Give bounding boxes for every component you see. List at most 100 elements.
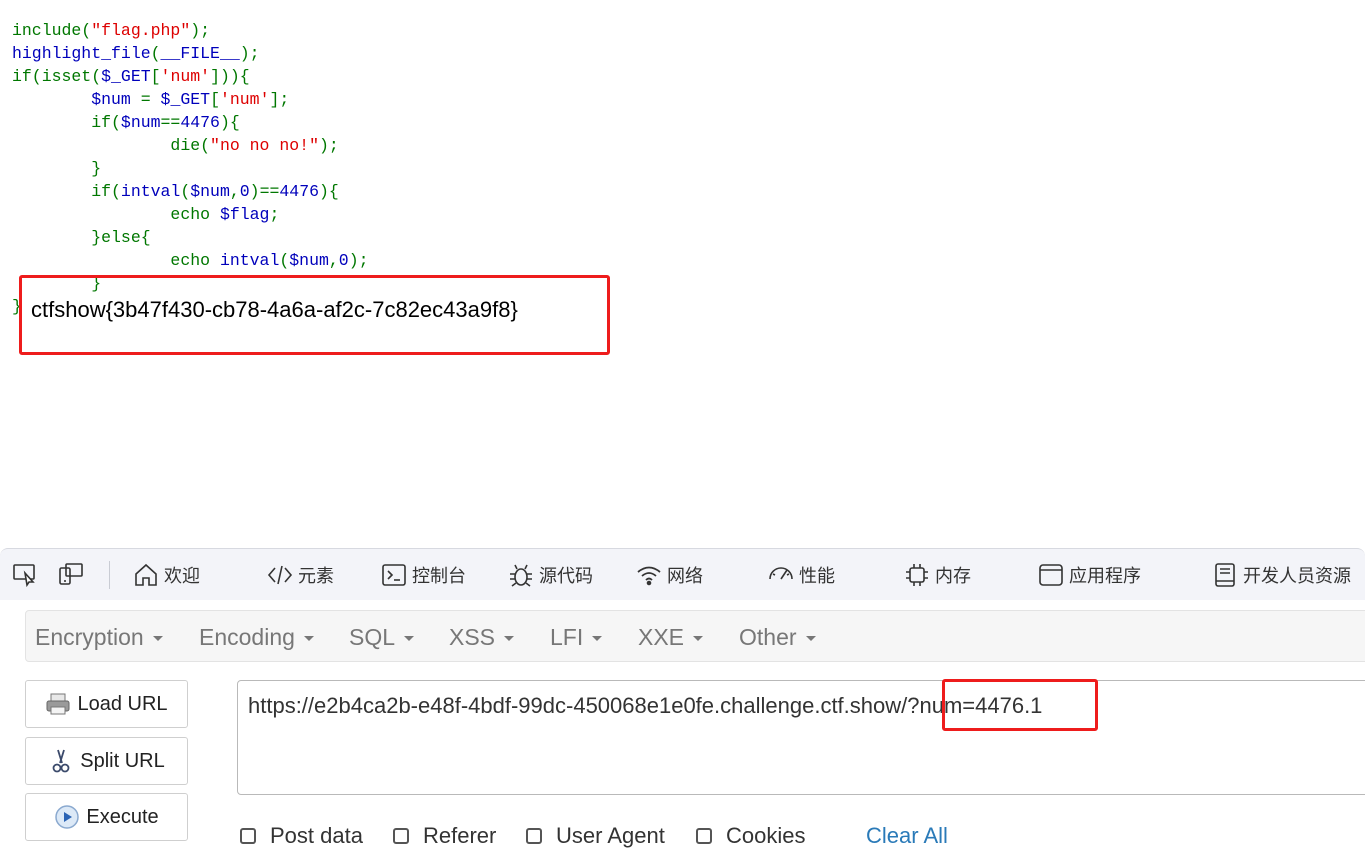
device-emulation-icon[interactable] bbox=[58, 561, 84, 587]
split-url-button[interactable]: Split URL bbox=[25, 737, 188, 785]
load-url-button[interactable]: Load URL bbox=[25, 680, 188, 728]
tab-welcome[interactable]: 欢迎 bbox=[132, 549, 200, 601]
code-token: if( bbox=[12, 113, 121, 132]
checkbox-box[interactable] bbox=[393, 828, 409, 844]
checkbox-box[interactable] bbox=[240, 828, 256, 844]
code-token: [ bbox=[210, 90, 220, 109]
code-token: 0 bbox=[239, 182, 250, 201]
code-token: ); bbox=[318, 136, 339, 155]
code-token: $num bbox=[91, 90, 141, 109]
code-token: ); bbox=[348, 251, 369, 270]
url-param-highlight-box bbox=[942, 679, 1098, 731]
cookies-checkbox[interactable]: Cookies bbox=[696, 823, 805, 849]
play-icon bbox=[55, 805, 80, 829]
url-value[interactable]: https://e2b4ca2b-e48f-4bdf-99dc-450068e1… bbox=[248, 693, 1042, 719]
menu-xxe-label: XXE bbox=[638, 623, 685, 650]
menu-sql[interactable]: SQL bbox=[349, 611, 415, 663]
code-token: , bbox=[229, 182, 240, 201]
menu-other[interactable]: Other bbox=[739, 611, 816, 663]
php-source-code: include("flag.php"); highlight_file(__FI… bbox=[12, 19, 369, 318]
flag-highlight-box bbox=[19, 275, 610, 355]
tab-memory[interactable]: 内存 bbox=[903, 549, 971, 601]
console-icon bbox=[382, 564, 406, 586]
code-token: echo bbox=[12, 205, 220, 224]
wifi-icon bbox=[637, 566, 661, 586]
code-line: if(isset($_GET['num'])){ bbox=[12, 67, 250, 86]
menu-sql-label: SQL bbox=[349, 623, 396, 650]
gauge-icon bbox=[769, 567, 793, 580]
code-token: include( bbox=[12, 21, 92, 40]
code-token: "no no no!" bbox=[210, 136, 319, 155]
menu-xxe[interactable]: XXE bbox=[638, 611, 704, 663]
inspect-element-icon[interactable] bbox=[12, 561, 38, 588]
url-input[interactable]: https://e2b4ca2b-e48f-4bdf-99dc-450068e1… bbox=[237, 680, 1365, 795]
menu-encoding[interactable]: Encoding bbox=[199, 611, 314, 663]
post-data-label: Post data bbox=[270, 823, 363, 848]
code-token: die( bbox=[12, 136, 211, 155]
code-token: ; bbox=[269, 205, 280, 224]
code-token: intval bbox=[120, 182, 181, 201]
toolbar-divider bbox=[109, 561, 110, 589]
code-line: echo $flag; bbox=[12, 205, 279, 224]
tab-elements[interactable]: 元素 bbox=[266, 549, 334, 601]
tab-application[interactable]: 应用程序 bbox=[1037, 549, 1141, 601]
code-line: }else{ bbox=[12, 228, 151, 247]
tab-network[interactable]: 网络 bbox=[635, 549, 703, 601]
code-token: 4476 bbox=[279, 182, 319, 201]
tab-network-label: 网络 bbox=[667, 566, 703, 587]
referer-checkbox[interactable]: Referer bbox=[393, 823, 496, 849]
hackbar-menu-bar: Encryption Encoding SQL XSS LFI XXE Othe… bbox=[25, 610, 1365, 662]
code-token: ){ bbox=[219, 113, 240, 132]
tab-developer-resources[interactable]: 开发人员资源 bbox=[1211, 549, 1351, 601]
code-token: __FILE__ bbox=[160, 44, 240, 63]
code-token: $_GET bbox=[101, 67, 151, 86]
checkbox-box[interactable] bbox=[696, 828, 712, 844]
tab-performance-label: 性能 bbox=[799, 566, 835, 587]
tab-console[interactable]: 控制台 bbox=[380, 549, 466, 601]
code-line: echo intval($num,0); bbox=[12, 251, 369, 270]
caret-down-icon bbox=[303, 635, 314, 641]
code-token: ( bbox=[180, 182, 191, 201]
code-token: $num bbox=[289, 251, 329, 270]
code-token: ])){ bbox=[210, 67, 250, 86]
code-token: intval bbox=[219, 251, 280, 270]
chip-icon bbox=[906, 564, 928, 586]
menu-lfi[interactable]: LFI bbox=[550, 611, 603, 663]
code-token: ){ bbox=[319, 182, 339, 201]
checkbox-box[interactable] bbox=[526, 828, 542, 844]
user-agent-checkbox[interactable]: User Agent bbox=[526, 823, 665, 849]
code-token: 'num' bbox=[160, 67, 211, 86]
caret-down-icon bbox=[152, 635, 163, 641]
caret-down-icon bbox=[592, 635, 603, 641]
code-token: ]; bbox=[269, 90, 290, 109]
code-token: $num bbox=[190, 182, 230, 201]
tab-sources[interactable]: 源代码 bbox=[507, 549, 593, 601]
menu-xss[interactable]: XSS bbox=[449, 611, 515, 663]
tab-performance[interactable]: 性能 bbox=[767, 549, 835, 601]
execute-button[interactable]: Execute bbox=[25, 793, 188, 841]
code-token: ( bbox=[279, 251, 290, 270]
code-token: if( bbox=[12, 182, 121, 201]
menu-other-label: Other bbox=[739, 623, 797, 650]
code-line: include("flag.php"); bbox=[12, 21, 210, 40]
tab-memory-label: 内存 bbox=[935, 566, 971, 587]
clear-all-link[interactable]: Clear All bbox=[866, 823, 948, 849]
split-url-label: Split URL bbox=[80, 749, 165, 772]
caret-down-icon bbox=[693, 635, 704, 641]
menu-encryption[interactable]: Encryption bbox=[35, 611, 163, 663]
scissors-icon bbox=[52, 749, 70, 773]
code-token: }else{ bbox=[12, 228, 151, 247]
code-line: $num = $_GET['num']; bbox=[12, 90, 289, 109]
execute-label: Execute bbox=[86, 805, 159, 828]
code-token: == bbox=[160, 113, 181, 132]
tab-console-label: 控制台 bbox=[412, 566, 466, 587]
code-token: if(isset( bbox=[12, 67, 102, 86]
code-token: $flag bbox=[219, 205, 270, 224]
menu-encryption-label: Encryption bbox=[35, 623, 144, 650]
menu-lfi-label: LFI bbox=[550, 623, 584, 650]
caret-down-icon bbox=[504, 635, 515, 641]
tab-developer-resources-label: 开发人员资源 bbox=[1243, 566, 1351, 587]
load-url-label: Load URL bbox=[77, 692, 168, 715]
post-data-checkbox[interactable]: Post data bbox=[240, 823, 363, 849]
